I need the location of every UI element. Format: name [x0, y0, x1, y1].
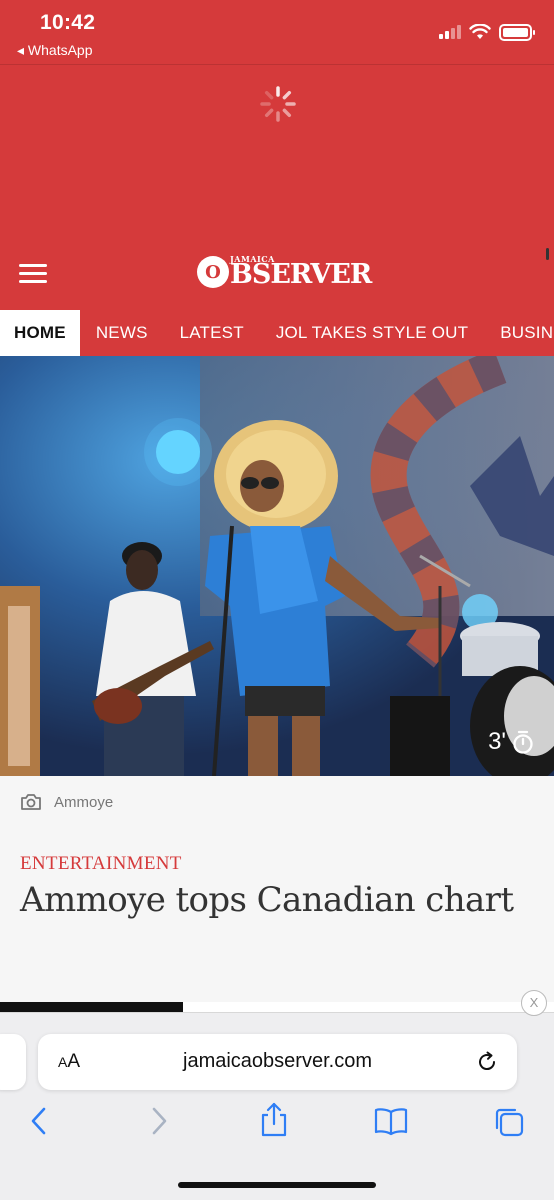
hero-image[interactable] [0, 356, 554, 776]
forward-icon[interactable] [148, 1106, 170, 1136]
bookmarks-icon[interactable] [373, 1106, 409, 1136]
wifi-icon [469, 24, 491, 39]
previous-tab-card[interactable] [0, 1034, 26, 1090]
camera-icon [21, 794, 41, 810]
tab-jol-takes-style-out[interactable]: JOL TAKES STYLE OUT [260, 310, 484, 356]
ad-close-button[interactable]: X [521, 990, 547, 1016]
logo-text: BSERVER [230, 258, 372, 290]
back-to-app-link[interactable]: ◂ WhatsApp [17, 42, 93, 59]
read-time-value: 3' [488, 728, 506, 755]
address-bar[interactable]: AA jamaicaobserver.com [38, 1034, 517, 1090]
read-time: 3' [488, 728, 534, 756]
stopwatch-icon [513, 730, 533, 754]
caption-text: Ammoye [54, 793, 114, 811]
cellular-signal-icon [439, 25, 461, 39]
tab-latest[interactable]: LATEST [164, 310, 260, 356]
menu-icon[interactable] [19, 264, 47, 284]
tab-home[interactable]: HOME [0, 310, 80, 356]
logo-globe-icon: O [197, 256, 229, 288]
photo-caption: Ammoye [20, 793, 113, 811]
status-icons [439, 22, 535, 42]
article-headline[interactable]: Ammoye tops Canadian chart [20, 880, 514, 920]
browser-toolbar [0, 1102, 554, 1146]
share-icon[interactable] [259, 1102, 289, 1138]
divider [0, 64, 554, 65]
tabs-icon[interactable] [493, 1106, 525, 1138]
scroll-indicator [546, 248, 549, 260]
back-icon[interactable] [28, 1106, 50, 1136]
home-indicator[interactable] [178, 1182, 376, 1188]
article-category[interactable]: ENTERTAINMENT [20, 853, 182, 875]
reload-icon[interactable] [475, 1050, 499, 1074]
battery-icon [499, 23, 535, 41]
section-nav: HOME NEWS LATEST JOL TAKES STYLE OUT BUS… [0, 310, 554, 356]
tab-business[interactable]: BUSINE [484, 310, 554, 356]
tab-news[interactable]: NEWS [80, 310, 164, 356]
site-logo[interactable]: O JAMAICA BSERVER [197, 253, 372, 291]
status-time: 10:42 [40, 11, 96, 34]
loading-spinner-icon [260, 86, 296, 122]
url-text: jamaicaobserver.com [183, 1050, 372, 1072]
